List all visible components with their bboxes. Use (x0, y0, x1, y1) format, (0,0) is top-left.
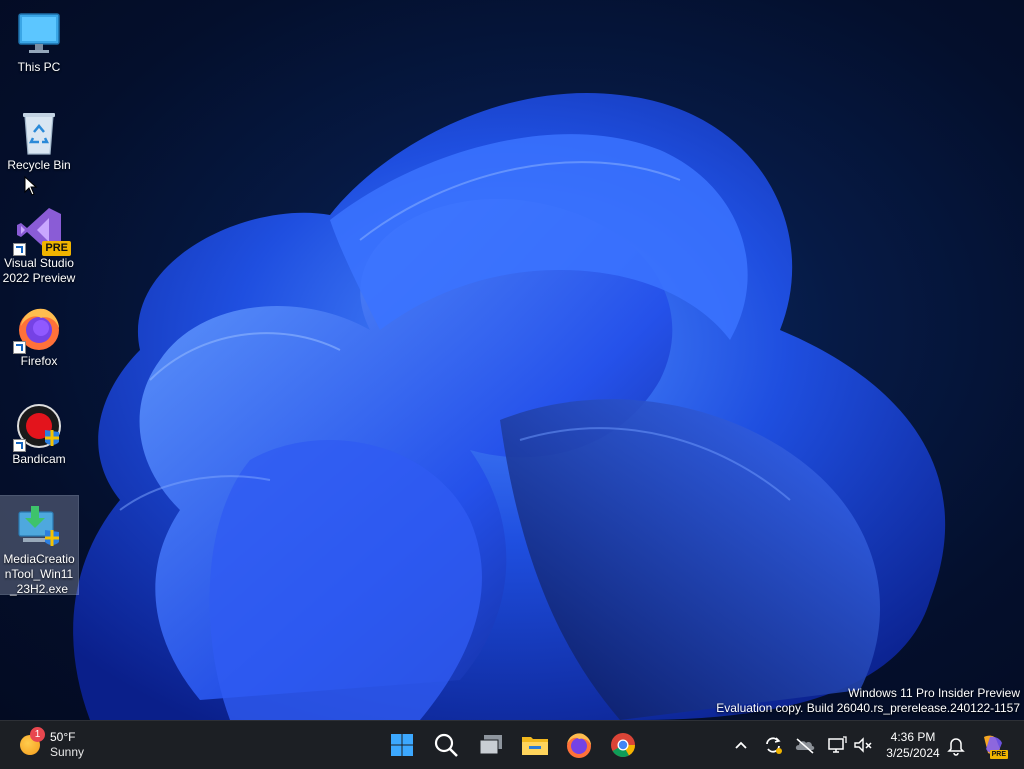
volume-muted-icon (854, 737, 872, 753)
file-explorer-icon (522, 737, 548, 755)
desktop-icon-label: Bandicam (12, 452, 66, 466)
desktop-icon-bandicam[interactable]: Bandicam (0, 396, 78, 467)
network-tray-button[interactable] (826, 733, 848, 757)
sync-icon (766, 737, 782, 754)
search-button[interactable] (430, 729, 462, 761)
show-hidden-icons-button[interactable] (732, 733, 750, 757)
weather-temperature: 50°F (50, 730, 76, 744)
start-button[interactable] (386, 729, 418, 761)
notifications-button[interactable] (946, 733, 966, 757)
taskbar: 1 50°F Sunny 4:36 PM 3/25/2024 PRE (0, 720, 1024, 769)
start-icon (391, 734, 413, 756)
recycle-bin-icon (15, 108, 63, 156)
build-watermark: Windows 11 Pro Insider Preview Evaluatio… (716, 686, 1020, 716)
watermark-line2: Evaluation copy. Build 26040.rs_prerelea… (716, 701, 1020, 715)
clock[interactable]: 4:36 PM 3/25/2024 (880, 729, 946, 761)
task-view-icon (479, 735, 502, 755)
onedrive-offline-icon (795, 738, 815, 754)
wallpaper-bloom (73, 92, 946, 720)
firefox-icon (13, 304, 63, 354)
desktop-icon-label: Visual Studio 2022 Preview (2, 256, 76, 285)
desktop-icon-label: Firefox (20, 354, 58, 368)
monitor-icon (15, 10, 63, 58)
onedrive-tray-button[interactable] (794, 733, 816, 757)
clock-date: 3/25/2024 (886, 746, 940, 760)
watermark-line1: Windows 11 Pro Insider Preview (848, 686, 1020, 700)
shortcut-arrow-icon (13, 243, 26, 256)
bandicam-icon (13, 402, 63, 452)
weather-widget[interactable]: 1 50°F Sunny (18, 727, 98, 761)
clock-time: 4:36 PM (890, 730, 936, 744)
volume-tray-button[interactable] (852, 733, 874, 757)
shortcut-arrow-icon (13, 439, 26, 452)
weather-condition: Sunny (50, 745, 85, 759)
chevron-up-icon (735, 741, 747, 749)
bell-icon (947, 738, 965, 756)
notification-badge: 1 (30, 727, 45, 742)
desktop-icon-media-creation-tool[interactable]: MediaCreationTool_Win11_23H2.exe (0, 495, 79, 596)
mouse-cursor-icon (24, 176, 38, 196)
desktop-icon-label: Recycle Bin (7, 158, 71, 172)
media-creation-tool-icon (15, 502, 63, 550)
shortcut-arrow-icon (13, 341, 26, 354)
search-icon (434, 733, 458, 757)
preview-badge: PRE (42, 241, 71, 256)
taskbar-firefox-button[interactable] (563, 729, 595, 761)
firefox-icon (567, 733, 591, 758)
network-icon (828, 736, 847, 753)
desktop-icon-recycle-bin[interactable]: Recycle Bin (0, 102, 78, 173)
visual-studio-icon: PRE (13, 206, 71, 256)
desktop-icon-label: MediaCreationTool_Win11_23H2.exe (3, 552, 75, 596)
desktop[interactable]: This PC Recycle Bin PRE Visual Studio 20… (0, 0, 1024, 720)
desktop-icon-label: This PC (17, 60, 61, 74)
desktop-icon-this-pc[interactable]: This PC (0, 4, 78, 75)
sync-tray-button[interactable] (762, 733, 784, 757)
task-view-button[interactable] (475, 729, 507, 761)
copilot-button[interactable]: PRE (978, 733, 1008, 759)
taskbar-chrome-button[interactable] (607, 729, 639, 761)
desktop-icon-firefox[interactable]: Firefox (0, 298, 78, 369)
copilot-preview-badge: PRE (989, 750, 1008, 759)
desktop-icon-visual-studio[interactable]: PRE Visual Studio 2022 Preview (0, 200, 78, 286)
chrome-icon (611, 733, 635, 758)
file-explorer-button[interactable] (519, 729, 551, 761)
